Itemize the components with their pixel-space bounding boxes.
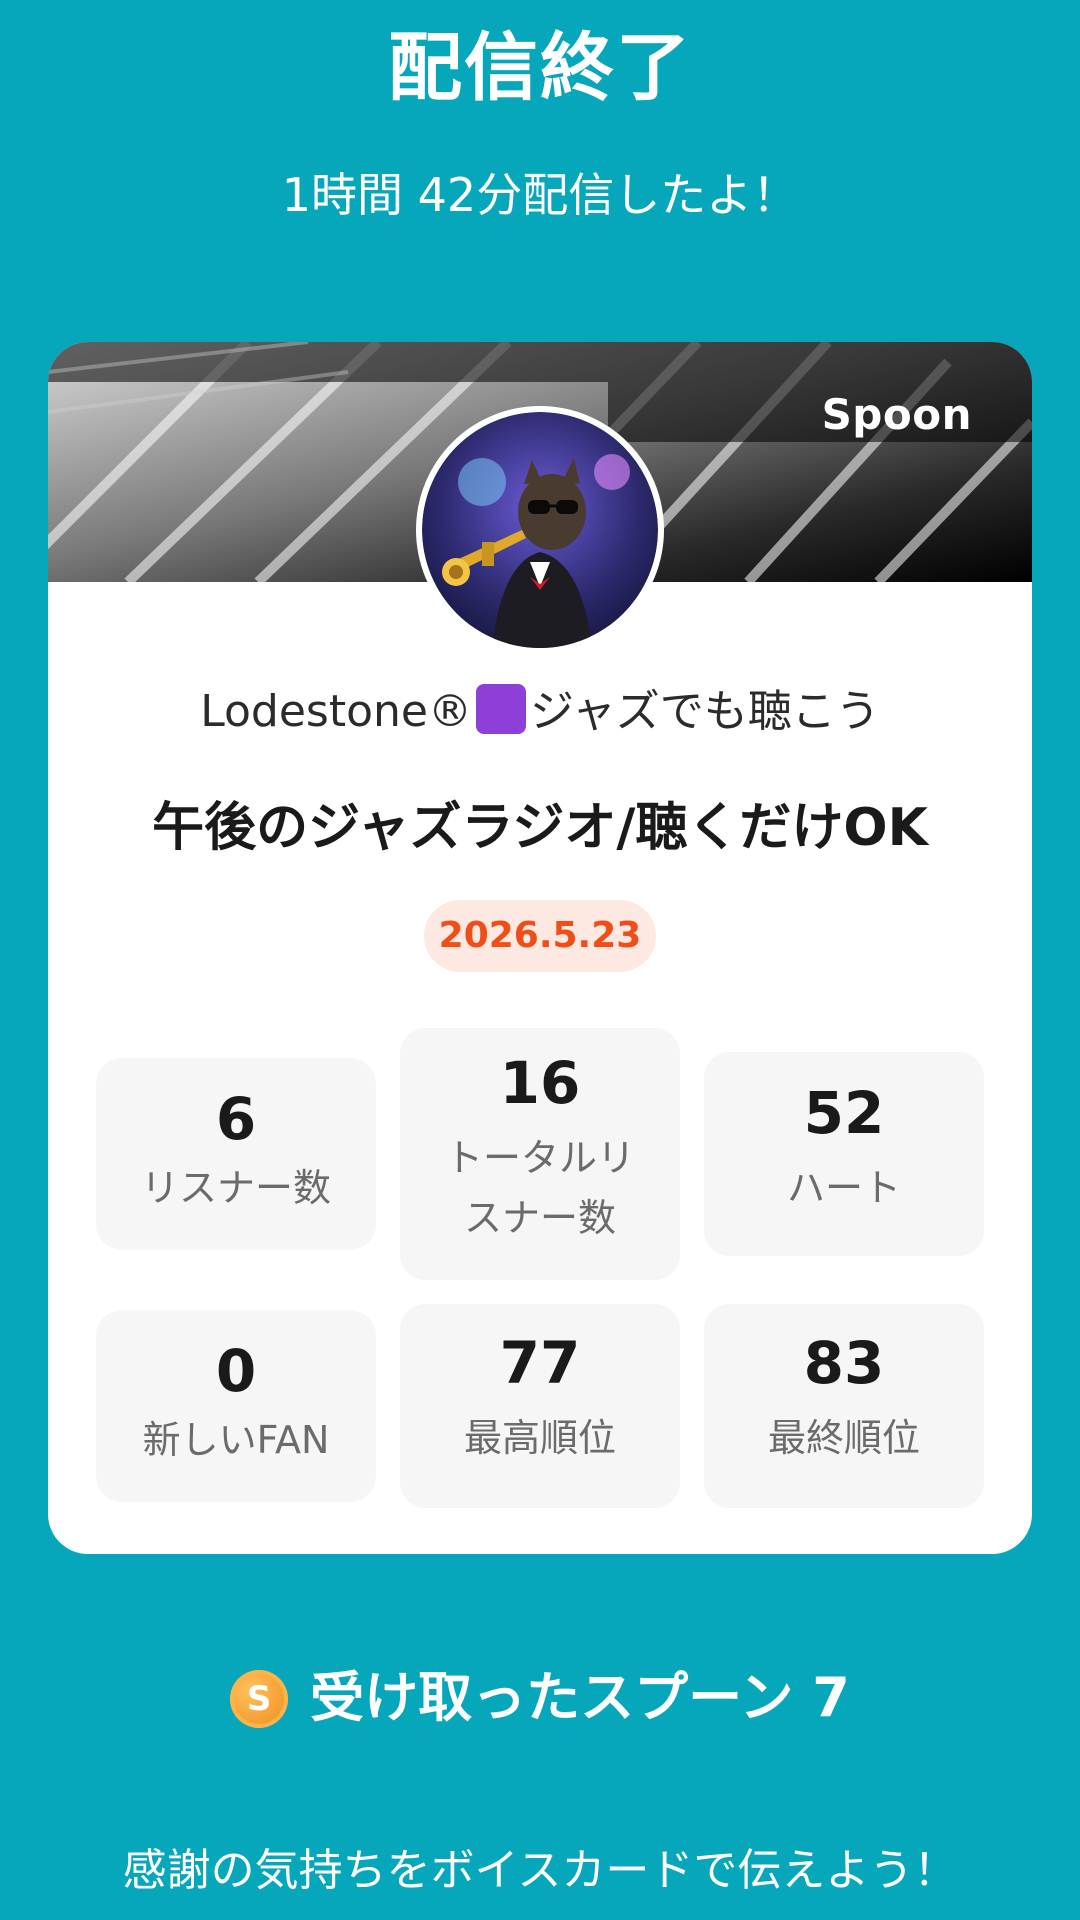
stat-value: 16: [499, 1049, 581, 1117]
stat-final-rank: 83 最終順位: [704, 1304, 984, 1508]
stat-label: ハート: [786, 1166, 901, 1210]
stat-listeners: 6 リスナー数: [96, 1058, 376, 1250]
received-spoons: S 受け取ったスプーン 7: [0, 1648, 1080, 1748]
stat-value: 77: [499, 1329, 581, 1397]
stat-new-fans: 0 新しいFAN: [96, 1310, 376, 1502]
stat-label: 新しいFAN: [142, 1418, 330, 1462]
host-name-suffix: ジャズでも聴こう: [529, 686, 880, 737]
stat-label-line2: スナー数: [463, 1196, 616, 1240]
page-title: 配信終了: [388, 25, 692, 111]
broadcast-summary-card: Spoon Lodestone® ジャズでも聴こう 午後のジャズラジオ/聴くだけ…: [48, 342, 1032, 1554]
stat-value: 83: [803, 1329, 885, 1397]
stat-total-listeners: 16 トータルリ スナー数: [400, 1028, 680, 1280]
purple-square-icon: [475, 684, 526, 734]
host-name: Lodestone® ジャズでも聴こう: [48, 672, 1032, 752]
voice-card-prompt[interactable]: 感謝の気持ちをボイスカードで伝えよう！: [0, 1836, 1080, 1906]
stat-hearts: 52 ハート: [704, 1052, 984, 1256]
host-avatar[interactable]: [422, 412, 658, 648]
stat-label-line1: トータルリ: [444, 1136, 635, 1180]
received-spoons-text: 受け取ったスプーン 7: [310, 1666, 850, 1729]
stream-title: 午後のジャズラジオ/聴くだけOK: [152, 798, 928, 858]
stat-label: リスナー数: [140, 1166, 331, 1210]
stat-label: 最終順位: [767, 1416, 920, 1460]
host-name-prefix: Lodestone®: [200, 686, 472, 737]
stat-value: 0: [215, 1337, 257, 1405]
stat-value: 6: [215, 1085, 257, 1153]
stat-highest-rank: 77 最高順位: [400, 1304, 680, 1508]
spoon-coin-icon: S: [230, 1670, 289, 1728]
broadcast-duration: 1時間 42分配信したよ！: [281, 168, 799, 222]
stat-label: 最高順位: [463, 1416, 616, 1460]
spoon-brand-logo: Spoon: [821, 390, 972, 439]
date-badge: 2026.5.23: [424, 900, 656, 972]
stat-value: 52: [803, 1079, 885, 1147]
